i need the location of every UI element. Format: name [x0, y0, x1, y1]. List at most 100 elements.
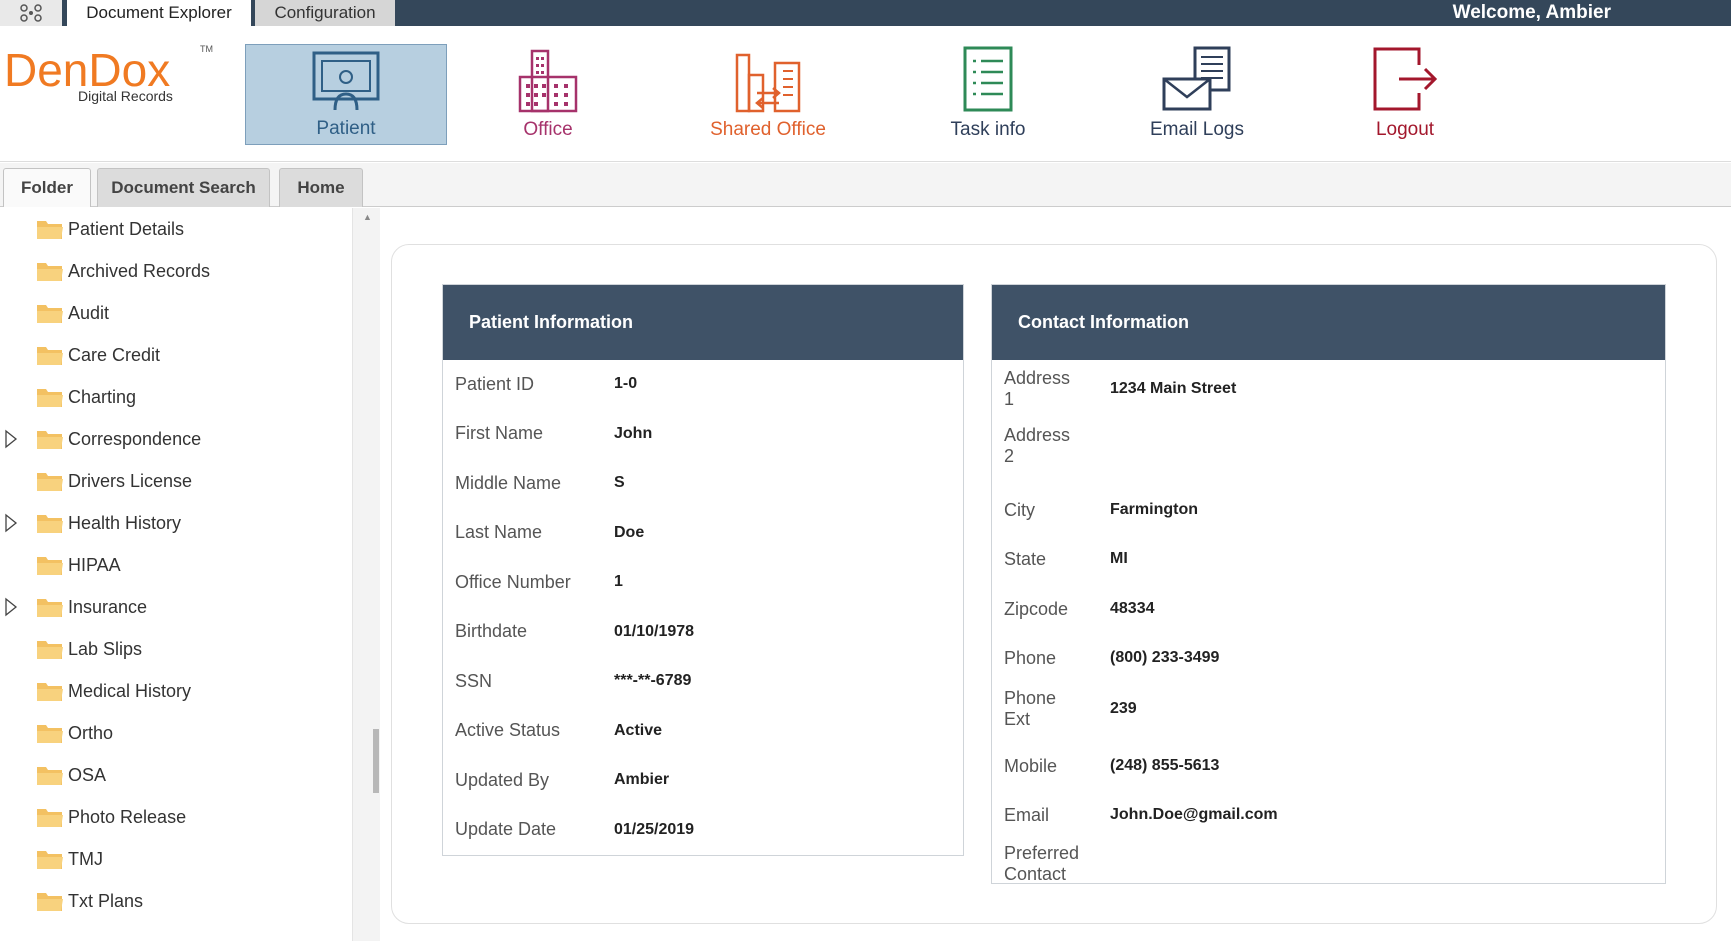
field-value: 01/25/2019	[614, 820, 695, 838]
folder-icon	[36, 469, 64, 498]
folder-icon	[36, 679, 64, 708]
folder-icon	[36, 385, 64, 414]
nav-patient-button[interactable]: Patient	[245, 44, 447, 145]
folder-item[interactable]: Insurance	[0, 586, 340, 628]
folder-item[interactable]: Correspondence	[0, 418, 340, 460]
field-label: Phone Ext	[1004, 688, 1057, 729]
shared-office-icon	[735, 53, 801, 113]
folder-item[interactable]: Charting	[0, 376, 340, 418]
folder-item[interactable]: TMJ	[0, 838, 340, 880]
expand-arrow-icon[interactable]	[4, 428, 20, 450]
folder-label: Lab Slips	[68, 638, 143, 659]
expand-arrow-icon[interactable]	[4, 596, 20, 618]
folder-label: Photo Release	[68, 806, 187, 827]
folder-item[interactable]: Health History	[0, 502, 340, 544]
expand-arrow-icon[interactable]	[4, 512, 20, 534]
field-value: 1	[614, 573, 623, 590]
field-value: Active	[614, 721, 663, 739]
nav-logout-button[interactable]: Logout	[1304, 44, 1506, 145]
field-label: Update Date	[455, 819, 557, 839]
folder-icon	[36, 889, 64, 918]
info-row: Preferred Contact	[992, 842, 1664, 886]
folder-item[interactable]: Archived Records	[0, 250, 340, 292]
info-row: Zipcode 48334	[992, 587, 1664, 631]
folder-icon	[36, 301, 64, 330]
folder-item[interactable]: HIPAA	[0, 544, 340, 586]
apps-grid-icon[interactable]	[0, 0, 62, 26]
info-row: Address 1 1234 Main Street	[992, 367, 1664, 411]
tab-home[interactable]: Home	[279, 168, 363, 207]
folder-label: Archived Records	[68, 260, 211, 281]
content-area: Patient Information Patient ID 1-0 First N…	[391, 244, 1717, 924]
field-value: Doe	[614, 523, 645, 541]
folder-item[interactable]: Lab Slips	[0, 628, 340, 670]
patient-information-panel: Patient Information Patient ID 1-0 First N…	[442, 284, 964, 856]
field-value: (800) 233-3499	[1110, 649, 1220, 666]
scrollbar-thumb[interactable]	[373, 729, 379, 793]
field-value: (248) 855-5613	[1110, 757, 1220, 774]
folder-icon	[36, 553, 64, 582]
field-value: 1234 Main Street	[1110, 380, 1237, 397]
field-value: John	[614, 424, 653, 442]
folder-item[interactable]: Patient Details	[0, 208, 340, 250]
folder-item[interactable]: Care Credit	[0, 334, 340, 376]
folder-label: Audit	[68, 302, 110, 323]
folder-item[interactable]: Drivers License	[0, 460, 340, 502]
tab-configuration[interactable]: Configuration	[255, 0, 395, 26]
nav-task-info-button[interactable]: Task info	[887, 44, 1089, 145]
folder-label: Correspondence	[68, 428, 202, 449]
field-label: Updated By	[455, 769, 550, 790]
field-value: ***-**-6789	[614, 672, 692, 689]
field-label: Zipcode	[1004, 598, 1069, 619]
tab-document-explorer[interactable]: Document Explorer	[67, 0, 251, 26]
field-value: Farmington	[1110, 501, 1198, 518]
info-row: Address 2	[992, 424, 1664, 468]
folder-item[interactable]: Ortho	[0, 712, 340, 754]
folder-item[interactable]: Medical History	[0, 670, 340, 712]
scroll-up-arrow-icon[interactable]: ▲	[363, 212, 372, 222]
folder-label: HIPAA	[68, 554, 121, 575]
field-value: 239	[1110, 700, 1137, 717]
folder-icon	[36, 259, 64, 288]
folder-item[interactable]: Photo Release	[0, 796, 340, 838]
nav-office-button[interactable]: Office	[447, 44, 649, 145]
field-value: 48334	[1110, 600, 1155, 617]
folder-icon	[36, 763, 64, 792]
field-label: Address 1	[1004, 368, 1071, 409]
field-label: Mobile	[1004, 755, 1058, 776]
folder-item[interactable]: OSA	[0, 754, 340, 796]
field-label: Office Number	[455, 571, 571, 592]
info-row: Email John.Doe@gmail.com	[992, 793, 1664, 837]
folder-label: Drivers License	[68, 470, 193, 491]
field-value: MI	[1110, 550, 1128, 567]
contact-information-panel: Contact Information Address 1 1234 Main S…	[991, 284, 1666, 884]
info-row: City Farmington	[992, 488, 1664, 532]
folder-label: Patient Details	[68, 218, 185, 239]
info-row: Patient ID 1-0	[443, 364, 963, 404]
tab-document-search[interactable]: Document Search	[97, 168, 270, 207]
info-row: State MI	[992, 537, 1664, 581]
folder-item[interactable]: Audit	[0, 292, 340, 334]
field-value: 1-0	[614, 375, 638, 392]
info-row: SSN ***-**-6789	[443, 661, 963, 701]
folder-label: Ortho	[68, 722, 114, 743]
field-label: Email	[1004, 804, 1050, 825]
info-row: Phone Ext 239	[992, 687, 1664, 731]
panel-title: Contact Information	[992, 285, 1665, 360]
folder-label: OSA	[68, 764, 107, 785]
sidebar-scrollbar[interactable]: ▲	[352, 208, 380, 941]
nav-shared-office-button[interactable]: Shared Office	[667, 44, 869, 145]
field-label: State	[1004, 548, 1047, 569]
dendox-logo: DenDox TM Digital Records	[2, 42, 213, 122]
folder-icon	[36, 637, 64, 666]
patient-id-card-icon	[312, 51, 380, 111]
folder-item[interactable]: Txt Plans	[0, 880, 340, 922]
field-label: City	[1004, 499, 1035, 520]
folder-label: TMJ	[68, 848, 103, 869]
office-building-icon	[518, 49, 578, 113]
tab-folder[interactable]: Folder	[3, 168, 91, 207]
field-label: Address 2	[1004, 425, 1071, 466]
field-label: SSN	[455, 670, 493, 691]
logout-icon	[1373, 47, 1438, 111]
nav-email-logs-button[interactable]: Email Logs	[1096, 44, 1298, 145]
